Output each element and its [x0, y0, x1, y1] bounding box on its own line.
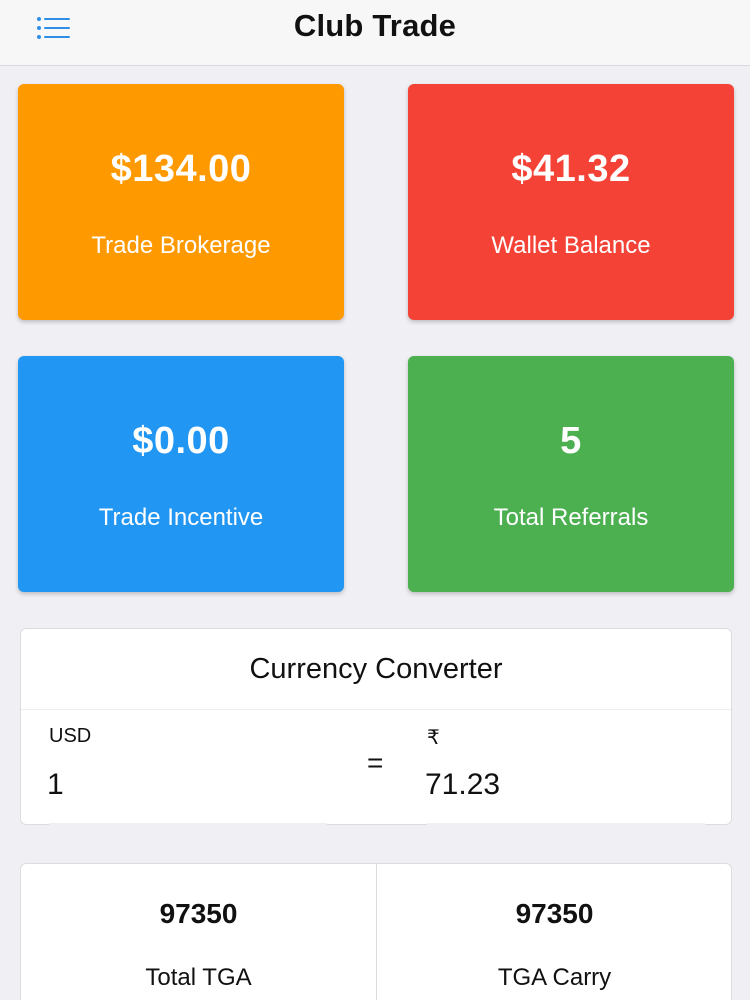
total-tga-label: Total TGA	[145, 964, 252, 991]
trade-incentive-value: $0.00	[132, 420, 230, 462]
currency-converter-card: Currency Converter USD = ₹	[20, 628, 732, 825]
wallet-balance-tile[interactable]: $41.32 Wallet Balance	[408, 84, 734, 320]
from-amount-input[interactable]	[47, 757, 327, 813]
from-currency-label: USD	[49, 725, 92, 747]
to-amount-input[interactable]	[425, 757, 705, 813]
trade-brokerage-label: Trade Brokerage	[91, 232, 271, 259]
trade-brokerage-tile[interactable]: $134.00 Trade Brokerage	[18, 84, 344, 320]
page-title: Club Trade	[293, 8, 457, 43]
to-amount-underline	[427, 823, 705, 825]
tga-carry-cell[interactable]: 97350 TGA Carry	[377, 864, 732, 1000]
currency-converter-title: Currency Converter	[249, 653, 503, 685]
tga-carry-label: TGA Carry	[497, 964, 612, 991]
app-screen: Club Trade $134.00 Trade Brokerage $41.3…	[0, 0, 750, 1000]
equals-sign: =	[367, 747, 384, 778]
total-referrals-tile[interactable]: 5 Total Referrals	[408, 356, 734, 592]
total-tga-value: 97350	[159, 898, 238, 929]
tga-stats-card: 97350 Total TGA 97350 TGA Carry	[20, 863, 732, 1000]
trade-brokerage-value: $134.00	[110, 148, 252, 190]
trade-incentive-tile[interactable]: $0.00 Trade Incentive	[18, 356, 344, 592]
converter-divider	[21, 709, 731, 710]
total-tga-cell[interactable]: 97350 Total TGA	[21, 864, 376, 1000]
navigation-bar: Club Trade	[0, 0, 750, 66]
total-referrals-value: 5	[560, 420, 582, 462]
to-currency-label: ₹	[427, 727, 440, 749]
trade-incentive-label: Trade Incentive	[98, 504, 264, 531]
wallet-balance-value: $41.32	[511, 148, 631, 190]
from-amount-underline	[49, 823, 327, 825]
tga-carry-value: 97350	[515, 898, 594, 929]
wallet-balance-label: Wallet Balance	[491, 232, 651, 259]
total-referrals-label: Total Referrals	[493, 504, 649, 531]
